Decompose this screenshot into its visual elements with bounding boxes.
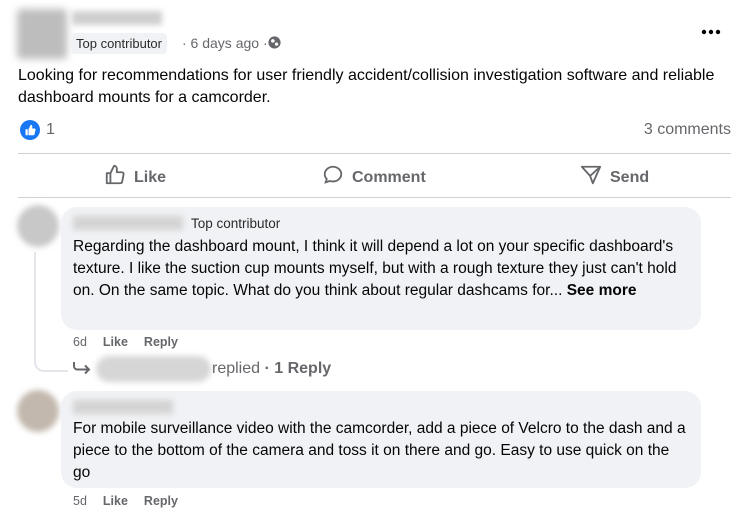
- comment-reply-button-2[interactable]: Reply: [144, 494, 178, 508]
- comment-button[interactable]: Comment: [322, 164, 426, 191]
- divider-top: [18, 153, 731, 154]
- comment-label: Comment: [352, 168, 426, 186]
- reply-arrow-icon: [72, 360, 92, 381]
- comment-bubble-2: For mobile surveillance video with the c…: [61, 391, 701, 488]
- comment-like-button[interactable]: Like: [103, 335, 128, 349]
- globe-icon: [268, 36, 281, 49]
- commenter-name-blurred[interactable]: [73, 216, 183, 230]
- replier-blurred[interactable]: [96, 356, 211, 382]
- author-avatar[interactable]: [17, 9, 67, 59]
- view-replies-link[interactable]: replied · 1 Reply: [212, 360, 331, 378]
- send-icon: [580, 164, 602, 191]
- reactions-count[interactable]: 1: [46, 121, 55, 139]
- see-more-link[interactable]: See more: [567, 282, 637, 299]
- divider-bottom: [18, 197, 731, 198]
- comment-reply-button[interactable]: Reply: [144, 335, 178, 349]
- comments-count[interactable]: 3 comments: [644, 121, 731, 139]
- comment-meta: 6d Like Reply: [73, 335, 178, 349]
- top-contributor-badge[interactable]: Top contributor: [191, 216, 280, 231]
- send-button[interactable]: Send: [580, 164, 649, 191]
- comment-text: Regarding the dashboard mount, I think i…: [73, 236, 688, 302]
- comment-bubble: Top contributor Regarding the dashboard …: [61, 207, 701, 330]
- replied-text: replied: [212, 360, 261, 377]
- more-options-icon[interactable]: [701, 24, 721, 35]
- author-name-blurred[interactable]: [72, 11, 162, 25]
- comment-like-button-2[interactable]: Like: [103, 494, 128, 508]
- like-reaction-icon[interactable]: [20, 120, 40, 140]
- comment-bubble-icon: [322, 164, 344, 191]
- comment-text-2: For mobile surveillance video with the c…: [73, 420, 686, 481]
- comment-time[interactable]: 6d: [73, 335, 87, 349]
- replies-count: · 1 Reply: [264, 360, 332, 377]
- like-label: Like: [134, 168, 167, 186]
- top-contributor-badge[interactable]: Top contributor: [71, 33, 167, 54]
- commenter-avatar-2[interactable]: [17, 390, 59, 432]
- commenter-name-blurred-2[interactable]: [73, 400, 173, 414]
- post-time[interactable]: · 6 days ago ·: [182, 35, 268, 51]
- comment-meta-2: 5d Like Reply: [73, 494, 178, 508]
- post-body: Looking for recommendations for user fri…: [18, 67, 715, 106]
- send-label: Send: [610, 168, 650, 186]
- comment-time-2[interactable]: 5d: [73, 494, 87, 508]
- commenter-avatar[interactable]: [17, 205, 59, 247]
- like-button[interactable]: Like: [104, 164, 166, 191]
- thumbs-up-icon: [104, 164, 126, 191]
